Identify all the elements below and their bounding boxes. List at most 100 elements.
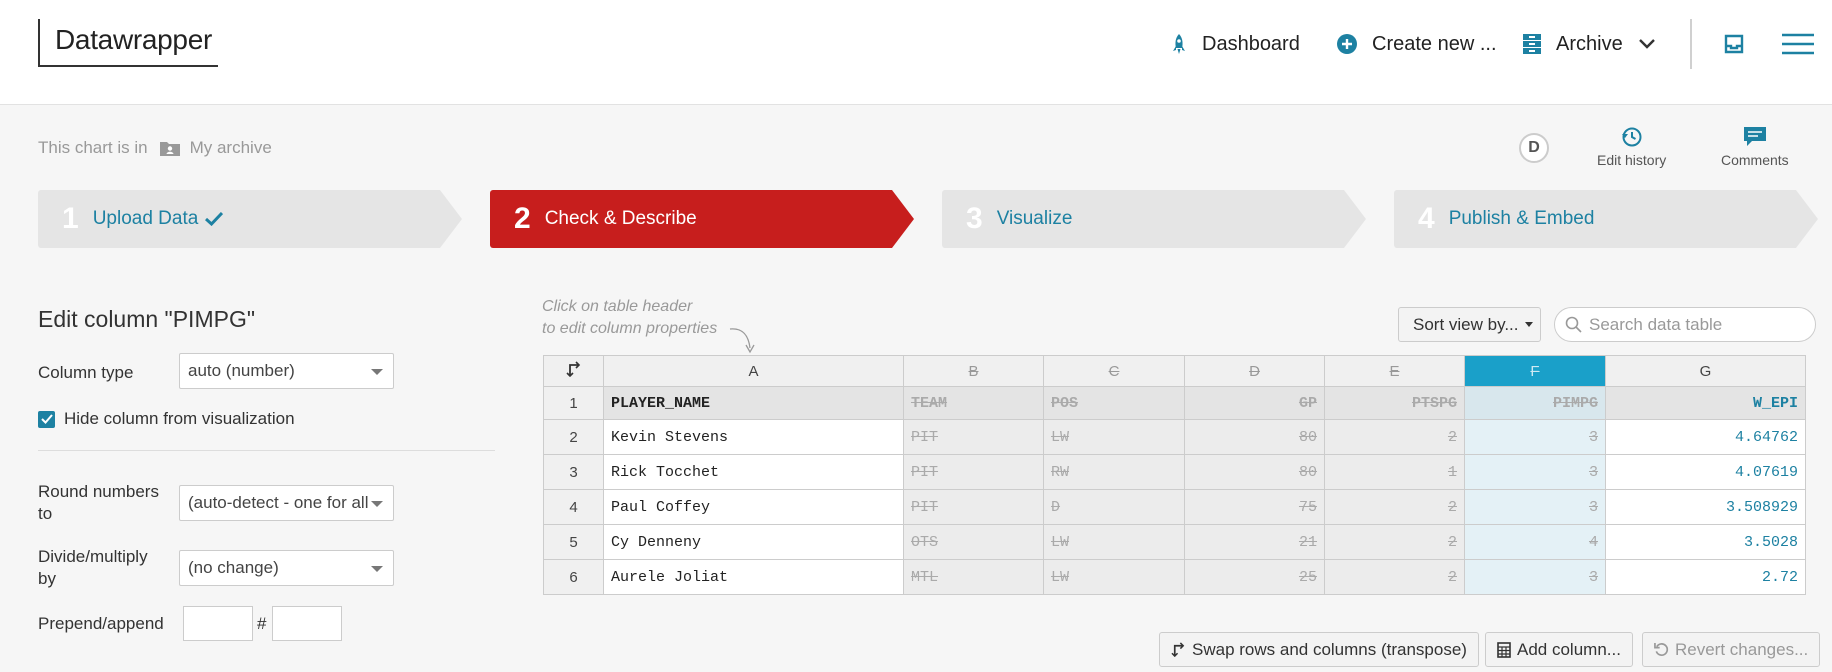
table-cell[interactable]: 3.508929: [1605, 489, 1806, 525]
plus-circle-icon: [1337, 34, 1357, 54]
datawrapper-logo[interactable]: Datawrapper: [38, 19, 218, 67]
table-cell[interactable]: Paul Coffey: [603, 489, 904, 525]
comments-button[interactable]: Comments: [1721, 126, 1789, 168]
round-numbers-select[interactable]: (auto-detect - one for all: [179, 485, 394, 521]
table-cell[interactable]: RW: [1043, 454, 1185, 490]
sort-view-label: Sort view by...: [1413, 314, 1519, 334]
archive-icon: [1523, 34, 1541, 54]
edit-history-button[interactable]: Edit history: [1597, 126, 1666, 168]
table-cell[interactable]: PLAYER_NAME: [603, 386, 904, 420]
table-cell[interactable]: 2: [1324, 419, 1465, 455]
table-cell[interactable]: 4.64762: [1605, 419, 1806, 455]
column-header-g[interactable]: G: [1605, 355, 1806, 387]
column-header-a[interactable]: A: [603, 355, 904, 387]
column-header-b[interactable]: B: [903, 355, 1044, 387]
table-cell[interactable]: LW: [1043, 524, 1185, 560]
hide-column-option[interactable]: Hide column from visualization: [38, 409, 295, 429]
nav-archive-label: Archive: [1556, 32, 1623, 55]
table-cell[interactable]: MTL: [903, 559, 1044, 595]
table-cell[interactable]: PIMPG: [1464, 386, 1606, 420]
add-column-button[interactable]: Add column...: [1485, 632, 1633, 667]
transpose-corner[interactable]: [543, 355, 604, 387]
table-cell[interactable]: W_EPI: [1605, 386, 1806, 420]
step-upload-data[interactable]: 1 Upload Data: [38, 190, 462, 248]
round-numbers-label: Round numbers to: [38, 482, 159, 523]
table-cell[interactable]: 3: [1464, 489, 1606, 525]
column-header-c[interactable]: C: [1043, 355, 1185, 387]
caret-down-icon: [1524, 322, 1533, 327]
step-label: Upload Data: [92, 208, 199, 229]
table-cell[interactable]: 3.5028: [1605, 524, 1806, 560]
table-cell[interactable]: Rick Tocchet: [603, 454, 904, 490]
checkmark-icon: [205, 212, 223, 226]
table-cell[interactable]: POS: [1043, 386, 1185, 420]
transpose-button[interactable]: Swap rows and columns (transpose): [1159, 632, 1479, 667]
divide-multiply-select[interactable]: (no change): [179, 550, 394, 586]
column-header-d[interactable]: D: [1184, 355, 1325, 387]
column-type-select[interactable]: auto (number): [179, 353, 394, 389]
hint-arrow-icon: [729, 328, 755, 354]
chevron-down-icon: [1638, 39, 1655, 49]
revert-changes-button[interactable]: Revert changes...: [1642, 632, 1821, 667]
nav-archive[interactable]: Archive: [1522, 28, 1655, 60]
step-number: 3: [966, 202, 983, 235]
divide-multiply-label: Divide/multiply by: [38, 547, 148, 588]
table-cell[interactable]: TEAM: [903, 386, 1044, 420]
table-cell[interactable]: GP: [1184, 386, 1325, 420]
search-input[interactable]: [1589, 314, 1804, 335]
archive-folder-link[interactable]: My archive: [190, 138, 272, 158]
table-row: 3 Rick Tocchet PIT RW 80 1 3 4.07619: [543, 454, 1806, 490]
step-label: Check & Describe: [544, 208, 697, 229]
prepend-input[interactable]: [183, 606, 253, 641]
append-input[interactable]: [272, 606, 342, 641]
nav-create-new[interactable]: Create new ...: [1336, 28, 1497, 60]
table-cell[interactable]: 4.07619: [1605, 454, 1806, 490]
table-cell[interactable]: PIT: [903, 419, 1044, 455]
table-cell[interactable]: 4: [1464, 524, 1606, 560]
step-number: 4: [1418, 202, 1435, 235]
step-label: Publish & Embed: [1448, 208, 1595, 229]
chart-location-prefix: This chart is in: [38, 138, 148, 157]
table-cell[interactable]: 2.72: [1605, 559, 1806, 595]
table-cell[interactable]: 80: [1184, 419, 1325, 455]
step-publish-embed[interactable]: 4 Publish & Embed: [1394, 190, 1818, 248]
hide-column-checkbox[interactable]: [38, 410, 55, 428]
step-check-describe[interactable]: 2 Check & Describe: [490, 190, 914, 248]
menu-button[interactable]: [1782, 28, 1828, 60]
table-cell[interactable]: 25: [1184, 559, 1325, 595]
table-cell[interactable]: 2: [1324, 489, 1465, 525]
table-cell[interactable]: Aurele Joliat: [603, 559, 904, 595]
divider: [38, 450, 495, 451]
user-avatar[interactable]: D: [1519, 133, 1549, 163]
table-cell[interactable]: PIT: [903, 454, 1044, 490]
table-cell[interactable]: 21: [1184, 524, 1325, 560]
sort-view-dropdown[interactable]: Sort view by...: [1398, 307, 1541, 342]
table-cell[interactable]: 2: [1324, 559, 1465, 595]
table-cell[interactable]: 75: [1184, 489, 1325, 525]
table-cell[interactable]: 3: [1464, 419, 1606, 455]
caret-down-icon: [371, 566, 383, 572]
table-cell[interactable]: OTS: [903, 524, 1044, 560]
comment-icon: [1743, 127, 1766, 146]
nav-dashboard[interactable]: Dashboard: [1170, 28, 1300, 60]
row-number: 4: [543, 489, 604, 525]
table-cell[interactable]: 80: [1184, 454, 1325, 490]
column-type-value: auto (number): [188, 361, 295, 380]
table-cell[interactable]: PTSPG: [1324, 386, 1465, 420]
history-icon: [1621, 127, 1642, 147]
column-header-f[interactable]: F: [1464, 355, 1606, 387]
table-cell[interactable]: 3: [1464, 559, 1606, 595]
step-visualize[interactable]: 3 Visualize: [942, 190, 1366, 248]
table-cell[interactable]: LW: [1043, 419, 1185, 455]
table-cell[interactable]: PIT: [903, 489, 1044, 525]
caret-down-icon: [371, 501, 383, 507]
inbox-button[interactable]: [1724, 28, 1758, 60]
table-cell[interactable]: D: [1043, 489, 1185, 525]
table-cell[interactable]: Cy Denneny: [603, 524, 904, 560]
table-cell[interactable]: 2: [1324, 524, 1465, 560]
table-cell[interactable]: 1: [1324, 454, 1465, 490]
table-cell[interactable]: Kevin Stevens: [603, 419, 904, 455]
table-cell[interactable]: 3: [1464, 454, 1606, 490]
column-header-e[interactable]: E: [1324, 355, 1465, 387]
table-cell[interactable]: LW: [1043, 559, 1185, 595]
